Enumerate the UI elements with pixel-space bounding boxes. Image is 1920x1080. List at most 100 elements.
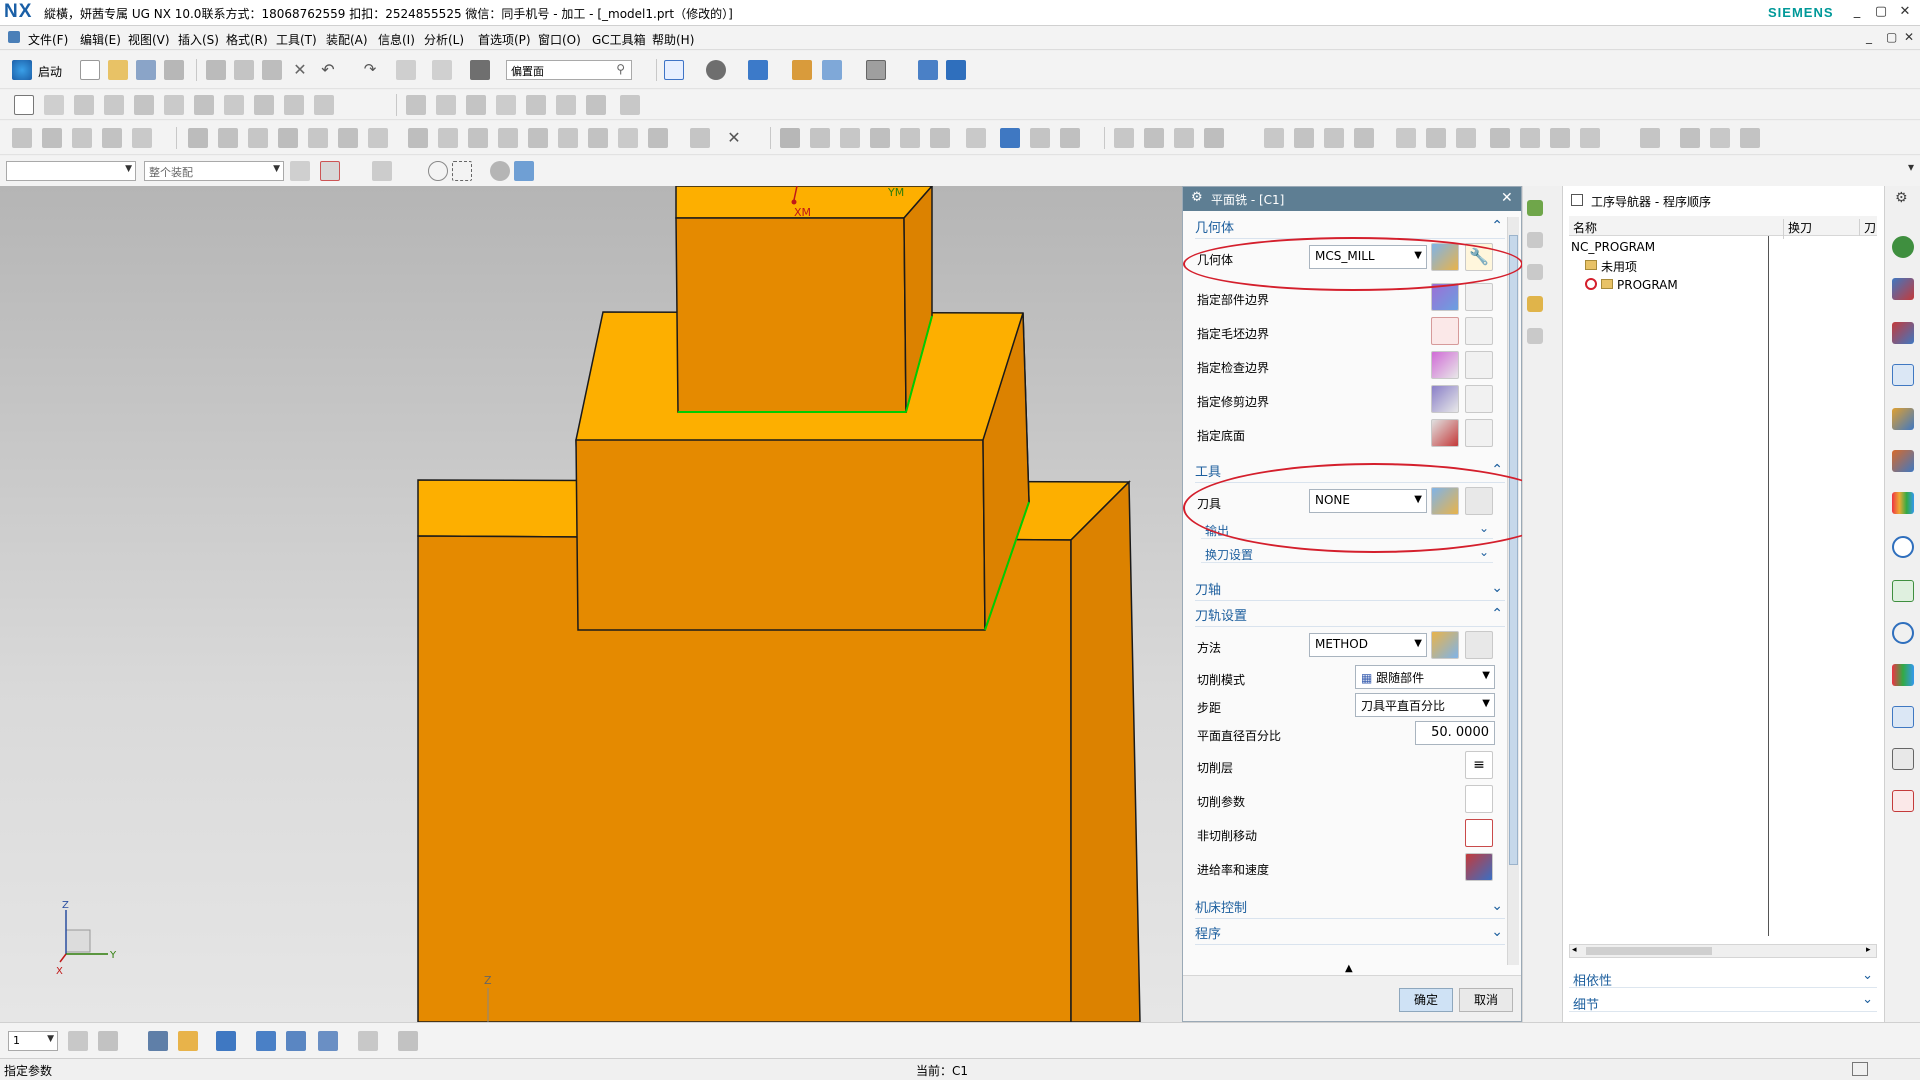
section-icon[interactable] [792, 60, 812, 80]
save-icon[interactable] [136, 60, 156, 80]
plane-icon[interactable] [104, 95, 124, 115]
edit-method-icon[interactable] [1465, 631, 1493, 659]
copy-icon[interactable] [234, 60, 254, 80]
verify-toolpath-icon[interactable] [368, 128, 388, 148]
rail-reuse-library-icon[interactable] [1892, 450, 1914, 472]
custom-icon-a[interactable] [1640, 128, 1660, 148]
rail-report-icon[interactable] [1892, 790, 1914, 812]
fillet-icon[interactable] [466, 95, 486, 115]
program-section-header[interactable]: 程序 ⌄ [1195, 923, 1505, 945]
doc-minimize-button[interactable]: _ [1866, 30, 1872, 44]
doc-restore-button[interactable]: ▢ [1886, 30, 1897, 44]
navigator-pin-icon[interactable] [1571, 194, 1583, 206]
rail-palette-icon[interactable] [1892, 492, 1914, 514]
template-icon[interactable] [1426, 128, 1446, 148]
details-section[interactable]: 细节 ⌄ [1569, 992, 1877, 1013]
cut-levels-icon[interactable]: ≡ [1465, 751, 1493, 779]
wizard-icon[interactable] [1396, 128, 1416, 148]
render-style-icon[interactable] [706, 60, 726, 80]
grid-icon[interactable] [358, 1031, 378, 1051]
floor-plane-show-icon[interactable] [1465, 419, 1493, 447]
hscroll-thumb[interactable] [1586, 947, 1712, 955]
column-tool-change[interactable]: 换刀 [1783, 219, 1812, 239]
fullscreen-icon[interactable] [1852, 1062, 1868, 1076]
show-object-icon[interactable] [216, 1031, 236, 1051]
restore-button[interactable]: ▢ [1870, 3, 1892, 21]
machine-report-icon[interactable] [930, 128, 950, 148]
dependencies-section[interactable]: 相依性 ⌄ [1569, 968, 1877, 989]
part-boundary-show-icon[interactable] [1465, 283, 1493, 311]
geometry-view-icon[interactable] [248, 128, 268, 148]
scroll-left-icon[interactable]: ◂ [1572, 945, 1577, 955]
process-assistant-icon[interactable] [1000, 128, 1020, 148]
new-method-icon[interactable] [1431, 631, 1459, 659]
transform-icon[interactable] [690, 128, 710, 148]
hole-feature-icon[interactable] [1144, 128, 1164, 148]
menu-view[interactable]: 视图(V) [128, 31, 170, 48]
create-geometry-icon[interactable] [72, 128, 92, 148]
library-icon[interactable] [1456, 128, 1476, 148]
copy-object-icon[interactable] [588, 128, 608, 148]
tool-path-list-icon[interactable] [810, 128, 830, 148]
create-tool-icon[interactable] [42, 128, 62, 148]
non-cutting-moves-icon[interactable] [1465, 819, 1493, 847]
menu-analysis[interactable]: 分析(L) [424, 31, 464, 48]
rail-web-icon[interactable] [1892, 536, 1914, 558]
trim-boundary-icon[interactable] [1431, 385, 1459, 413]
check-boundary-show-icon[interactable] [1465, 351, 1493, 379]
feeds-speeds-dialog-icon[interactable] [1465, 853, 1493, 881]
edit-curve-icon[interactable] [556, 95, 576, 115]
ok-button[interactable]: 确定 [1399, 988, 1453, 1012]
strip-icon-5[interactable] [1527, 328, 1543, 344]
redo-icon[interactable]: ↷ [360, 60, 380, 80]
create-program-icon[interactable] [12, 128, 32, 148]
program-order-view-icon[interactable] [188, 128, 208, 148]
open-folder-icon[interactable] [108, 60, 128, 80]
output-cls-icon[interactable] [468, 128, 488, 148]
method-select[interactable]: METHOD ▼ [1309, 633, 1427, 657]
menu-edit[interactable]: 编辑(E) [80, 31, 121, 48]
box-select-icon[interactable] [452, 161, 472, 181]
rail-operation-nav-icon[interactable] [1892, 364, 1914, 386]
menu-format[interactable]: 格式(R) [226, 31, 268, 48]
generate-toolpath-icon[interactable] [308, 128, 328, 148]
graphics-viewport[interactable]: XM YM Z Z Y X [0, 186, 1182, 1022]
custom-icon-d[interactable] [1740, 128, 1760, 148]
snap-point-icon[interactable] [320, 161, 340, 181]
hide-object-icon[interactable] [256, 1031, 276, 1051]
analysis-icon[interactable] [620, 95, 640, 115]
move-component-icon[interactable] [918, 60, 938, 80]
tree-program[interactable]: PROGRAM [1617, 278, 1678, 292]
create-method-icon[interactable] [102, 128, 122, 148]
geometry-section-header[interactable]: 几何体 ⌃ [1195, 217, 1505, 239]
invert-show-icon[interactable] [286, 1031, 306, 1051]
command-finder-icon[interactable] [396, 60, 416, 80]
selection-intent-icon[interactable] [372, 161, 392, 181]
column-tool[interactable]: 刀 [1859, 219, 1876, 236]
column-name[interactable]: 名称 [1573, 219, 1597, 236]
circle-select-icon[interactable] [428, 161, 448, 181]
show-hide-icon[interactable] [822, 60, 842, 80]
floor-plane-icon[interactable] [1431, 419, 1459, 447]
navigator-hscrollbar[interactable]: ◂ ▸ [1569, 944, 1877, 958]
rail-assembly-nav-icon[interactable] [1892, 278, 1914, 300]
scrollbar-thumb[interactable] [1509, 235, 1518, 865]
rail-machine-nav-icon[interactable] [1892, 408, 1914, 430]
rail-history-icon[interactable] [1892, 236, 1914, 258]
view-combo[interactable]: 偏置面 ⚲ [506, 60, 632, 80]
cut-object-icon[interactable] [558, 128, 578, 148]
dialog-scrollbar[interactable] [1507, 217, 1519, 965]
gouge-check-icon[interactable] [870, 128, 890, 148]
wcs-icon[interactable] [98, 1031, 118, 1051]
doc-close-button[interactable]: ✕ [1904, 30, 1914, 44]
paste-object-icon[interactable] [618, 128, 638, 148]
collapse-arrow-icon[interactable]: ▲ [1345, 963, 1353, 974]
menu-help[interactable]: 帮助(H) [652, 31, 694, 48]
cam-config-icon[interactable] [1580, 128, 1600, 148]
strip-icon-3[interactable] [1527, 264, 1543, 280]
helix-icon[interactable] [164, 95, 184, 115]
menu-info[interactable]: 信息(I) [378, 31, 415, 48]
feature-machining-icon[interactable] [1030, 128, 1050, 148]
cut-mode-select[interactable]: ▦ 跟随部件 ▼ [1355, 665, 1495, 689]
rectangle-icon[interactable] [14, 95, 34, 115]
